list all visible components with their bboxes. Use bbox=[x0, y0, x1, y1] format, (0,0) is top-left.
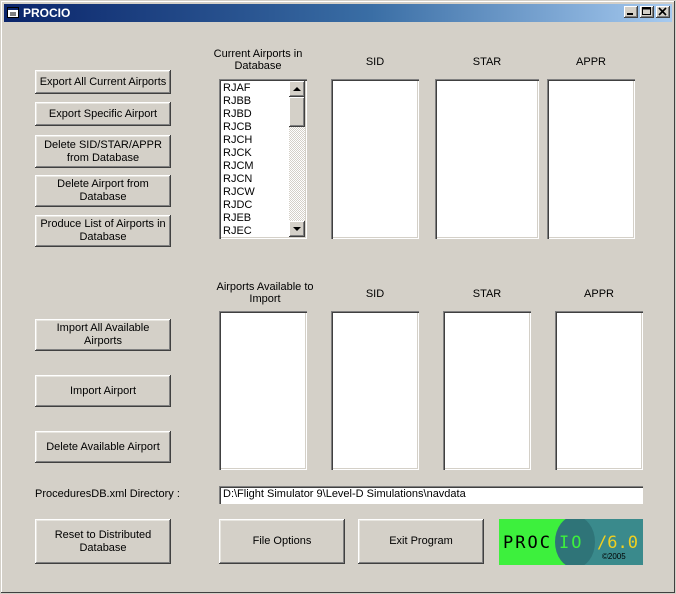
airport-list-item[interactable]: RJEB bbox=[223, 212, 289, 225]
available-appr-header: APPR bbox=[584, 288, 614, 300]
available-sid-header: SID bbox=[365, 288, 385, 300]
airport-list-item[interactable]: RJDC bbox=[223, 199, 289, 212]
arrow-down-icon bbox=[293, 227, 301, 231]
available-star-listbox[interactable] bbox=[443, 311, 531, 470]
current-sid-header: SID bbox=[365, 56, 385, 68]
logo-text-right: /6.0 bbox=[597, 533, 638, 553]
main-window: PROCIO Export All Current Airports Expor… bbox=[0, 0, 676, 594]
import-airport-button[interactable]: Import Airport bbox=[35, 375, 171, 407]
current-star-listbox[interactable] bbox=[435, 79, 539, 239]
airport-list-item[interactable]: RJCB bbox=[223, 121, 289, 134]
available-appr-listbox[interactable] bbox=[555, 311, 643, 470]
airport-list-item[interactable]: RJBB bbox=[223, 95, 289, 108]
current-airports-listbox[interactable]: RJAF RJBB RJBD RJCB RJCH RJCK RJCM RJCN RJCW RJDC… bbox=[219, 79, 307, 239]
scroll-down-button[interactable] bbox=[289, 221, 305, 237]
airport-list-item[interactable]: RJAF bbox=[223, 82, 289, 95]
delete-airport-button[interactable]: Delete Airport from Database bbox=[35, 175, 171, 207]
export-all-button[interactable]: Export All Current Airports bbox=[35, 70, 171, 94]
delete-procedures-button[interactable]: Delete SID/STAR/APPR from Database bbox=[35, 135, 171, 168]
logo-text-mid: IO bbox=[559, 533, 583, 553]
logo-copyright: ©2005 bbox=[602, 552, 626, 561]
airport-list-item[interactable]: RJCK bbox=[223, 147, 289, 160]
window-title: PROCIO bbox=[23, 6, 71, 20]
maximize-button[interactable] bbox=[640, 6, 654, 18]
arrow-up-icon bbox=[293, 87, 301, 91]
exit-program-button[interactable]: Exit Program bbox=[358, 519, 484, 564]
airport-list-item[interactable]: RJCN bbox=[223, 173, 289, 186]
airport-list-item[interactable]: RJCH bbox=[223, 134, 289, 147]
reset-database-button[interactable]: Reset to Distributed Database bbox=[35, 519, 171, 564]
current-appr-listbox[interactable] bbox=[547, 79, 635, 239]
airport-list-item[interactable]: RJCW bbox=[223, 186, 289, 199]
current-airports-scrollbar[interactable] bbox=[289, 81, 305, 237]
minimize-button[interactable] bbox=[624, 6, 638, 18]
directory-label: ProceduresDB.xml Directory : bbox=[35, 488, 180, 500]
app-icon bbox=[7, 7, 19, 18]
title-bar[interactable]: PROCIO bbox=[4, 4, 672, 22]
available-airports-listbox[interactable] bbox=[219, 311, 307, 470]
scroll-up-button[interactable] bbox=[289, 81, 305, 97]
current-airports-header: Current Airports in Database bbox=[213, 48, 303, 72]
current-appr-header: APPR bbox=[576, 56, 606, 68]
close-button[interactable] bbox=[656, 6, 670, 18]
directory-field[interactable]: D:\Flight Simulator 9\Level-D Simulation… bbox=[219, 486, 643, 504]
current-airports-list: RJAF RJBB RJBD RJCB RJCH RJCK RJCM RJCN RJCW RJDC… bbox=[223, 82, 289, 238]
delete-available-button[interactable]: Delete Available Airport bbox=[35, 431, 171, 463]
available-airports-header: Airports Available to Import bbox=[216, 281, 314, 305]
airport-list-item[interactable]: RJEC bbox=[223, 225, 289, 238]
available-star-header: STAR bbox=[472, 288, 502, 300]
import-all-button[interactable]: Import All Available Airports bbox=[35, 319, 171, 351]
scroll-thumb[interactable] bbox=[289, 97, 305, 127]
current-star-header: STAR bbox=[472, 56, 502, 68]
airport-list-item[interactable]: RJCM bbox=[223, 160, 289, 173]
produce-list-button[interactable]: Produce List of Airports in Database bbox=[35, 215, 171, 247]
current-sid-listbox[interactable] bbox=[331, 79, 419, 239]
airport-list-item[interactable]: RJBD bbox=[223, 108, 289, 121]
logo-text-left: PROC bbox=[503, 533, 552, 553]
available-sid-listbox[interactable] bbox=[331, 311, 419, 470]
procio-logo: PROC IO /6.0 ©2005 bbox=[499, 519, 643, 565]
export-specific-button[interactable]: Export Specific Airport bbox=[35, 102, 171, 126]
file-options-button[interactable]: File Options bbox=[219, 519, 345, 564]
